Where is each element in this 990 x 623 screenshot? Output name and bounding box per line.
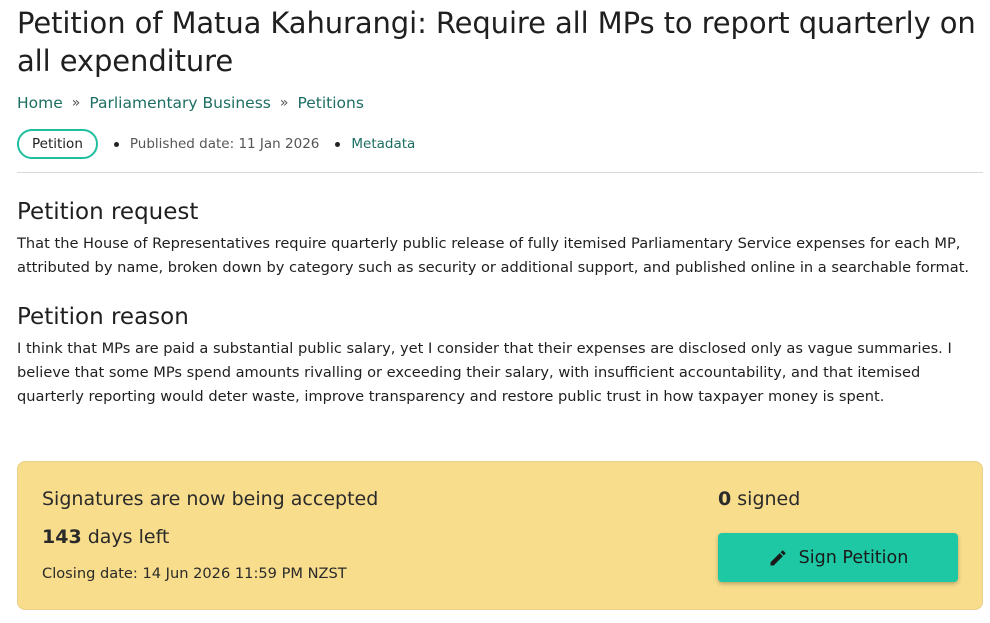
petition-page: Petition of Matua Kahurangi: Require all… <box>17 4 983 610</box>
days-left-suffix: days left <box>81 526 170 548</box>
signature-panel: Signatures are now being accepted 143 da… <box>17 461 983 610</box>
breadcrumb-petitions-link[interactable]: Petitions <box>297 92 363 114</box>
signed-count-number: 0 <box>718 488 732 510</box>
signed-count-suffix: signed <box>731 488 801 510</box>
petition-reason-text: I think that MPs are paid a substantial … <box>17 340 952 405</box>
petition-type-badge: Petition <box>17 129 98 159</box>
days-left: 143 days left <box>42 526 169 548</box>
petition-request-heading: Petition request <box>17 199 199 225</box>
petition-request-text: That the House of Representatives requir… <box>17 235 970 276</box>
breadcrumb: Home » Parliamentary Business » Petition… <box>17 92 983 114</box>
meta-row: Petition Published date: 11 Jan 2026 Met… <box>17 129 983 159</box>
sign-petition-label: Sign Petition <box>798 547 909 568</box>
published-date-text: Published date: 11 Jan 2026 <box>129 136 320 152</box>
metadata-link[interactable]: Metadata <box>351 136 415 152</box>
bullet-icon <box>113 141 119 147</box>
signature-status: Signatures are now being accepted <box>42 488 379 510</box>
sign-petition-button[interactable]: Sign Petition <box>718 533 958 582</box>
signed-count: 0 signed <box>718 488 800 510</box>
page-title: Petition of Matua Kahurangi: Require all… <box>17 6 976 78</box>
breadcrumb-separator: » <box>279 95 289 111</box>
metadata-item: Metadata <box>319 136 415 152</box>
days-left-count: 143 <box>42 526 82 548</box>
petition-reason-heading: Petition reason <box>17 304 189 330</box>
breadcrumb-home-link[interactable]: Home <box>17 92 63 114</box>
breadcrumb-separator: » <box>71 95 81 111</box>
bullet-icon <box>335 141 341 147</box>
closing-date: Closing date: 14 Jun 2026 11:59 PM NZST <box>42 565 347 582</box>
published-date: Published date: 11 Jan 2026 <box>98 136 320 152</box>
divider <box>17 172 983 173</box>
pencil-icon <box>768 548 788 568</box>
breadcrumb-parliamentary-business-link[interactable]: Parliamentary Business <box>89 92 271 114</box>
